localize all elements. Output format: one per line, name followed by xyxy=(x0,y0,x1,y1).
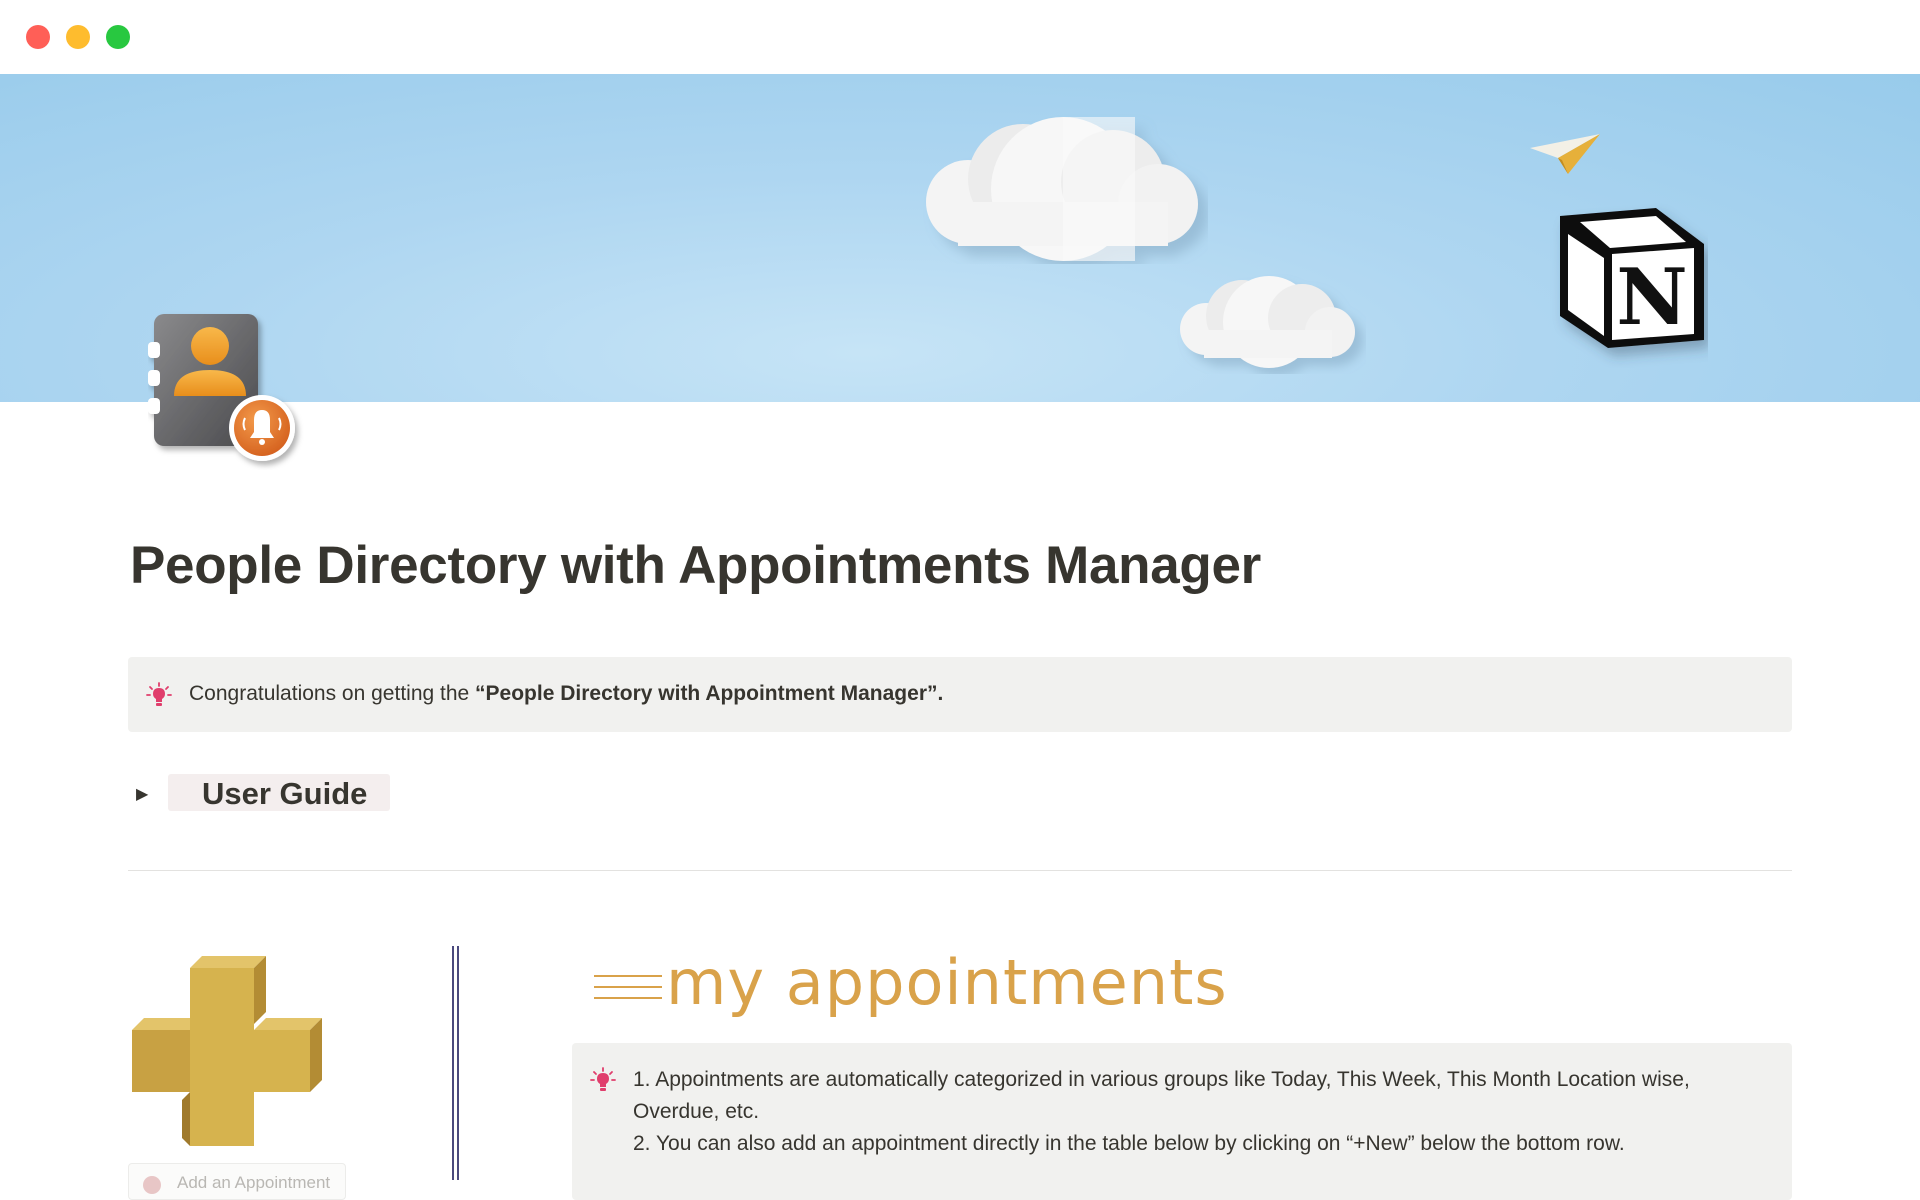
add-appointment-label: Add an Appointment xyxy=(177,1173,331,1192)
golden-plus-icon[interactable] xyxy=(132,950,328,1150)
close-window-button[interactable] xyxy=(26,25,50,49)
window-titlebar xyxy=(0,0,1920,74)
appointments-callout-line: 2. You can also add an appointment direc… xyxy=(633,1132,1625,1155)
column-separator xyxy=(452,946,460,1180)
contact-book-bell-icon[interactable] xyxy=(148,310,304,470)
maximize-window-button[interactable] xyxy=(106,25,130,49)
intro-callout-text-prefix: Congratulations on getting the xyxy=(189,682,476,705)
intro-callout-text-bold: “People Directory with Appointment Manag… xyxy=(475,682,944,705)
user-guide-toggle[interactable]: User Guide xyxy=(168,774,390,811)
add-appointment-button[interactable]: Add an Appointment xyxy=(128,1163,346,1200)
notion-logo-icon: N xyxy=(1560,208,1704,348)
svg-text:N: N xyxy=(1616,252,1687,343)
menu-lines-icon xyxy=(594,975,662,1008)
appointments-callout-line: Overdue, etc. xyxy=(633,1100,760,1123)
add-appointment-dot-icon xyxy=(143,1176,161,1194)
minimize-window-button[interactable] xyxy=(66,25,90,49)
page-title[interactable]: People Directory with Appointments Manag… xyxy=(130,535,1261,596)
lightbulb-icon xyxy=(146,682,172,706)
lightbulb-icon xyxy=(590,1067,616,1091)
intro-callout-text: Congratulations on getting the “People D… xyxy=(189,682,943,706)
divider xyxy=(128,870,1792,871)
user-guide-label: User Guide xyxy=(202,776,368,811)
triangle-right-icon[interactable]: ▶ xyxy=(136,784,148,804)
paper-plane-icon xyxy=(1530,134,1600,174)
cloud-large-icon xyxy=(926,117,1198,261)
appointments-callout-line: 1. Appointments are automatically catego… xyxy=(633,1068,1690,1091)
cloud-small-icon xyxy=(1180,276,1355,368)
appointments-heading: my appointments xyxy=(666,946,1228,1019)
